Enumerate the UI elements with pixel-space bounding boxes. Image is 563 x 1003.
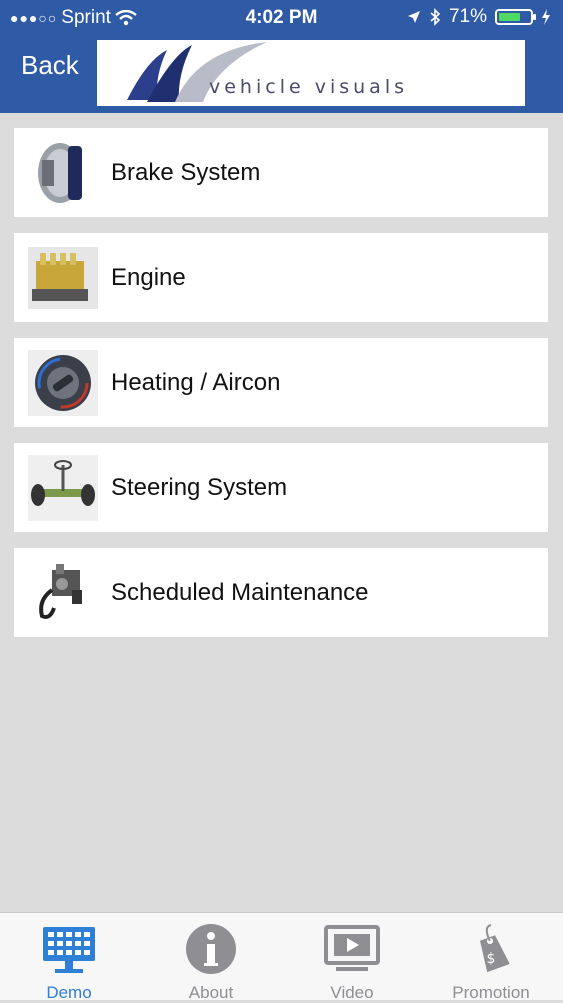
tab-label: Video [330,983,374,1002]
charging-bolt-icon [542,9,550,25]
svg-text:$: $ [487,951,496,967]
list-item-label: Heating / Aircon [111,368,281,396]
bluetooth-icon [430,8,441,26]
tab-label: Demo [46,983,92,1002]
tab-bar: Demo About Video $ Promotion [0,912,563,1002]
vehicle-visuals-logo: vehicle visuals [97,40,525,106]
list-item-steering-system[interactable]: Steering System [14,443,548,532]
list-item-heating-aircon[interactable]: Heating / Aircon [14,338,548,427]
battery-icon [495,9,536,25]
brake-disc-icon [28,140,98,206]
steering-icon [28,454,98,521]
location-arrow-icon [407,11,420,23]
list-item-engine[interactable]: Engine [14,233,548,322]
status-bar: ●●●○○ Sprint 4:02 PM 71% [0,0,563,38]
list-item-brake-system[interactable]: Brake System [14,128,548,217]
navigation-header: ●●●○○ Sprint 4:02 PM 71% Back vehicle vi… [0,0,563,113]
tab-demo[interactable]: Demo [14,919,124,1002]
list-item-scheduled-maintenance[interactable]: Scheduled Maintenance [14,548,548,637]
battery-percent: 71% [448,6,487,27]
battery-level [499,13,520,21]
video-icon [324,925,380,971]
tab-promotion[interactable]: $ Promotion [436,919,546,1002]
climate-dial-icon [28,349,98,416]
price-tag-icon: $ [480,924,510,973]
tab-video[interactable]: Video [297,919,407,1002]
status-right-group: 71% [407,6,551,28]
tab-label: About [188,983,234,1002]
tab-about[interactable]: About [156,919,266,1002]
monitor-grid-icon [43,927,95,973]
maintenance-icon [28,560,98,626]
logo-wordmark: vehicle visuals [209,76,408,98]
back-button[interactable]: Back [21,50,79,81]
category-list: Brake System Engine Heating / Aircon Ste… [14,128,548,653]
info-icon [186,924,236,974]
tab-label: Promotion [452,983,530,1002]
engine-icon [28,245,98,311]
list-item-label: Scheduled Maintenance [111,578,369,606]
list-item-label: Engine [111,263,186,291]
list-item-label: Brake System [111,158,261,186]
list-item-label: Steering System [111,473,288,501]
